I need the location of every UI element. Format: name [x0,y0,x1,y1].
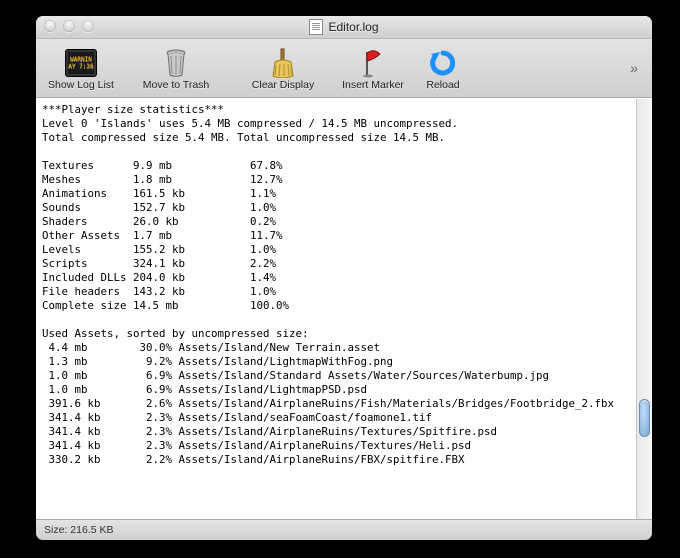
minimize-icon[interactable] [63,20,75,32]
document-icon [309,19,323,35]
toolbar-overflow-icon[interactable]: » [630,60,646,76]
status-size: Size: 216.5 KB [44,524,113,536]
reload-button[interactable]: Reload [412,45,474,91]
clear-display-button[interactable]: Clear Display [232,45,334,91]
scrollbar-thumb[interactable] [639,399,650,437]
status-bar: Size: 216.5 KB [36,519,652,540]
log-text: ***Player size statistics*** Level 0 'Is… [42,103,630,467]
reload-icon [427,47,459,79]
titlebar[interactable]: Editor.log [36,16,652,39]
window-controls [44,20,94,32]
broom-icon [267,47,299,79]
vertical-scrollbar[interactable] [636,99,652,519]
trash-icon [160,47,192,79]
log-content[interactable]: ***Player size statistics*** Level 0 'Is… [36,99,636,519]
close-icon[interactable] [44,20,56,32]
app-window: Editor.log WARNIN AY 7:36 Show Log List … [36,16,652,540]
window-title-text: Editor.log [328,20,378,34]
flag-icon [357,47,389,79]
insert-marker-button[interactable]: Insert Marker [334,45,412,91]
log-badge-icon: WARNIN AY 7:36 [65,47,97,79]
move-to-trash-button[interactable]: Move to Trash [120,45,232,91]
show-log-list-button[interactable]: WARNIN AY 7:36 Show Log List [42,45,120,91]
zoom-icon[interactable] [82,20,94,32]
window-title: Editor.log [309,19,378,35]
toolbar: WARNIN AY 7:36 Show Log List Move to Tra… [36,39,652,98]
